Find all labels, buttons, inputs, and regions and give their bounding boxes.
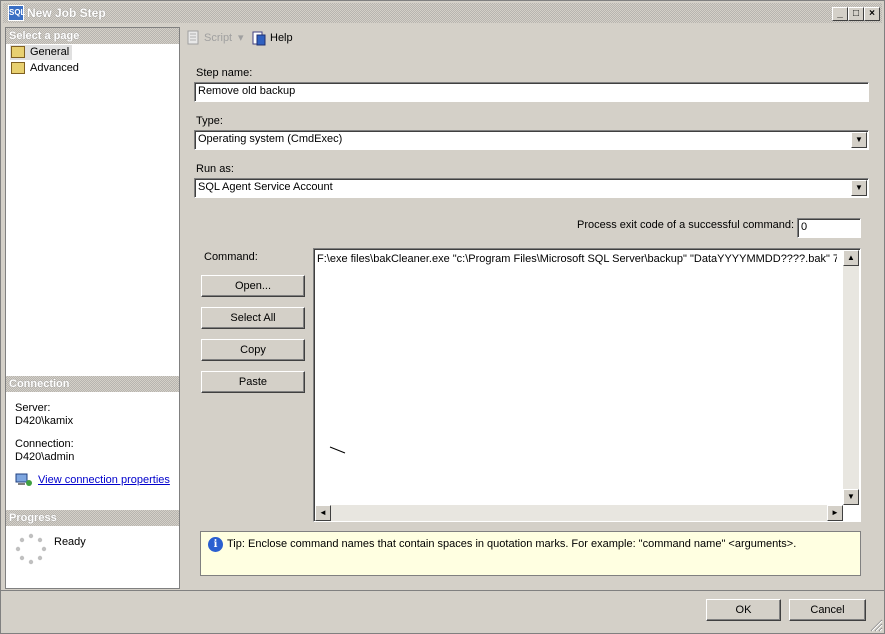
command-label: Command: xyxy=(204,251,258,263)
view-connection-properties-link[interactable]: View connection properties xyxy=(38,474,170,486)
server-value: D420\kamix xyxy=(15,415,74,427)
run-as-select[interactable]: SQL Agent Service Account ▼ xyxy=(194,178,869,198)
exit-code-label: Process exit code of a successful comman… xyxy=(577,219,795,231)
app-icon: SQL xyxy=(8,5,25,21)
tip-text: Tip: Enclose command names that contain … xyxy=(227,538,797,550)
text-cursor-icon xyxy=(329,446,346,454)
title-bar[interactable]: SQL New Job Step _ □ × xyxy=(3,3,882,23)
main-pane: Script ▾ Help Step name: Remove old back… xyxy=(181,27,883,590)
scroll-left-button[interactable]: ◄ xyxy=(315,505,331,521)
info-icon: i xyxy=(208,537,223,552)
type-select[interactable]: Operating system (CmdExec) ▼ xyxy=(194,130,869,150)
step-name-input[interactable]: Remove old backup xyxy=(194,82,869,102)
chevron-down-icon[interactable]: ▼ xyxy=(851,180,867,196)
page-item-general[interactable]: General xyxy=(10,45,73,60)
step-name-label: Step name: xyxy=(196,67,253,79)
maximize-button[interactable]: □ xyxy=(848,7,864,21)
page-item-label: Advanced xyxy=(30,62,79,74)
page-item-label: General xyxy=(30,46,70,58)
exit-code-input[interactable]: 0 xyxy=(797,218,861,238)
script-dropdown-icon[interactable]: ▾ xyxy=(238,31,244,44)
chevron-down-icon[interactable]: ▼ xyxy=(851,132,867,148)
window-title: New Job Step xyxy=(27,6,106,20)
command-horizontal-scrollbar[interactable]: ◄ ► xyxy=(315,505,843,521)
scroll-up-button[interactable]: ▲ xyxy=(843,250,859,266)
scroll-right-button[interactable]: ► xyxy=(827,505,843,521)
footer-divider xyxy=(0,590,885,591)
scroll-down-button[interactable]: ▼ xyxy=(843,489,859,505)
connection-value: D420\admin xyxy=(15,451,75,463)
cancel-button[interactable]: Cancel xyxy=(789,599,866,621)
help-icon xyxy=(251,30,267,46)
left-pane: Select a page General Advanced Connectio… xyxy=(5,27,180,589)
progress-header: Progress xyxy=(6,510,179,526)
type-label: Type: xyxy=(196,115,223,127)
resize-grip-icon[interactable] xyxy=(869,618,883,632)
progress-spinner-icon xyxy=(15,533,47,565)
server-label: Server: xyxy=(15,402,51,414)
command-vertical-scrollbar[interactable]: ▲ ▼ xyxy=(843,250,859,505)
progress-status: Ready xyxy=(54,536,86,548)
select-all-button[interactable]: Select All xyxy=(201,307,305,329)
page-icon xyxy=(11,46,25,58)
open-button[interactable]: Open... xyxy=(201,275,305,297)
close-button[interactable]: × xyxy=(864,7,880,21)
command-textarea[interactable]: F:\exe files\bakCleaner.exe "c:\Program … xyxy=(313,248,861,522)
copy-button[interactable]: Copy xyxy=(201,339,305,361)
ok-button[interactable]: OK xyxy=(706,599,781,621)
script-icon xyxy=(186,30,202,46)
script-button[interactable]: Script xyxy=(204,32,232,44)
select-page-header: Select a page xyxy=(6,28,179,44)
help-button[interactable]: Help xyxy=(270,32,293,44)
run-as-label: Run as: xyxy=(196,163,234,175)
connection-header: Connection xyxy=(6,376,179,392)
page-icon xyxy=(11,62,25,74)
page-item-advanced[interactable]: Advanced xyxy=(10,61,82,76)
type-value: Operating system (CmdExec) xyxy=(198,133,343,145)
tip-box: i Tip: Enclose command names that contai… xyxy=(200,531,861,576)
connection-properties-icon xyxy=(15,473,33,487)
command-text: F:\exe files\bakCleaner.exe "c:\Program … xyxy=(317,253,837,265)
run-as-value: SQL Agent Service Account xyxy=(198,181,333,193)
minimize-button[interactable]: _ xyxy=(832,7,848,21)
connection-label: Connection: xyxy=(15,438,74,450)
paste-button[interactable]: Paste xyxy=(201,371,305,393)
